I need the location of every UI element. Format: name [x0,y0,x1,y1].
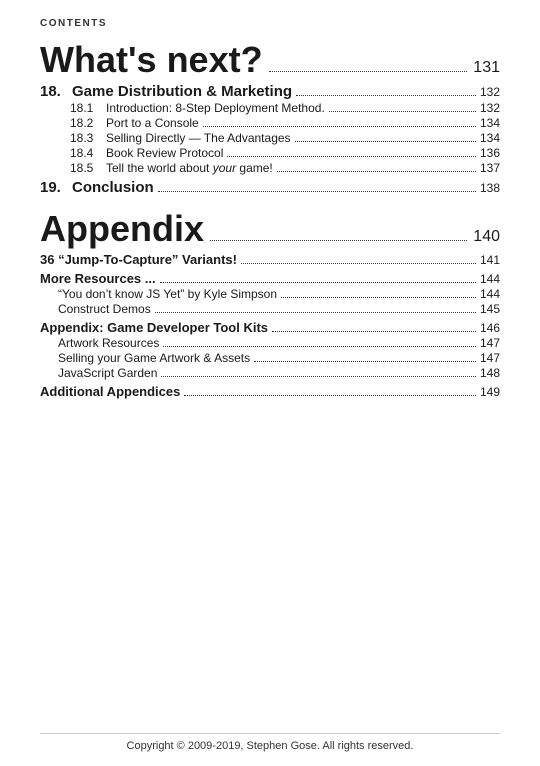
sub-18-5-num: 18.5 [70,161,106,175]
footer: Copyright © 2009-2019, Stephen Gose. All… [40,733,500,752]
dots-more [160,282,476,283]
appendix-more-resources: More Resources ... 144 “You don’t know J… [40,271,500,316]
sub-artwork-title: Artwork Resources [58,336,159,350]
appendix-heading: Appendix 140 [40,208,500,250]
appendix-toolkits-row: Appendix: Game Developer Tool Kits 146 [40,320,500,335]
sub-artwork: Artwork Resources 147 [40,336,500,350]
appendix-toolkits-page: 146 [480,321,500,335]
sub-18-2-title: Port to a Console [106,116,199,130]
dots-18-1 [329,111,476,112]
appendix-toolkits: Appendix: Game Developer Tool Kits 146 A… [40,320,500,380]
sub-18-4-title: Book Review Protocol [106,146,223,160]
appendix-jump-title: 36 “Jump-To-Capture” Variants! [40,252,237,267]
sub-18-1-page: 132 [480,101,500,115]
section-19-number: 19. [40,179,72,196]
dots-18-2 [203,126,476,127]
sub-18-3: 18.3 Selling Directly — The Advantages 1… [40,131,500,145]
appendix-toolkits-title: Appendix: Game Developer Tool Kits [40,320,268,335]
dots-18-3 [295,141,476,142]
dots-18-4 [227,156,476,157]
appendix-jump-row: 36 “Jump-To-Capture” Variants! 141 [40,252,500,267]
sub-18-3-num: 18.3 [70,131,106,145]
dots-js-yet [281,297,476,298]
section-19-page: 138 [480,181,500,195]
section-18-row: 18. Game Distribution & Marketing 132 [40,83,500,100]
sub-18-1-title: Introduction: 8-Step Deployment Method. [106,101,325,115]
section-18-page: 132 [480,85,500,99]
appendix-additional-page: 149 [480,385,500,399]
section-18-number: 18. [40,83,72,100]
sub-selling-artwork: Selling your Game Artwork & Assets 147 [40,351,500,365]
dots-appendix [210,240,467,241]
appendix-additional-row: Additional Appendices 149 [40,384,500,399]
sub-18-5-title: Tell the world about your game! [106,161,273,175]
dots-additional [184,395,476,396]
dots-toolkits [272,331,476,332]
appendix-jump-page: 141 [480,253,500,267]
sub-18-2-num: 18.2 [70,116,106,130]
appendix-more-page: 144 [480,272,500,286]
section-18: 18. Game Distribution & Marketing 132 18… [40,83,500,175]
sub-18-3-title: Selling Directly — The Advantages [106,131,291,145]
sub-js-garden-title: JavaScript Garden [58,366,157,380]
sub-selling-artwork-page: 147 [480,351,500,365]
footer-text: Copyright © 2009-2019, Stephen Gose. All… [127,740,414,752]
sub-18-5: 18.5 Tell the world about your game! 137 [40,161,500,175]
appendix-additional: Additional Appendices 149 [40,384,500,399]
sub-18-4: 18.4 Book Review Protocol 136 [40,146,500,160]
dots-selling-artwork [254,361,476,362]
sub-18-2-page: 134 [480,116,500,130]
section-19-row: 19. Conclusion 138 [40,179,500,196]
section-19: 19. Conclusion 138 [40,179,500,196]
sub-construct: Construct Demos 145 [40,302,500,316]
dots-construct [155,312,476,313]
appendix-more-title: More Resources ... [40,271,156,286]
sub-18-2: 18.2 Port to a Console 134 [40,116,500,130]
sub-js-yet-title: “You don’t know JS Yet” by Kyle Simpson [58,287,277,301]
sub-18-3-page: 134 [480,131,500,145]
dots-line-1 [269,71,468,72]
dots-jump [241,263,476,264]
main-heading: What's next? 131 [40,39,500,81]
dots-19 [158,191,476,192]
sub-construct-title: Construct Demos [58,302,151,316]
appendix-more-row: More Resources ... 144 [40,271,500,286]
dots-artwork [163,346,476,347]
section-19-title: Conclusion [72,179,154,196]
contents-label: CONTENTS [40,18,500,29]
sub-js-yet-page: 144 [480,287,500,301]
sub-selling-artwork-title: Selling your Game Artwork & Assets [58,351,250,365]
sub-artwork-page: 147 [480,336,500,350]
dots-js-garden [161,376,476,377]
sub-18-4-page: 136 [480,146,500,160]
appendix-jump: 36 “Jump-To-Capture” Variants! 141 [40,252,500,267]
main-heading-text: What's next? [40,39,263,81]
sub-18-4-num: 18.4 [70,146,106,160]
appendix-heading-text: Appendix [40,208,204,250]
appendix-heading-page: 140 [473,228,500,246]
dots-18 [296,95,476,96]
sub-js-yet: “You don’t know JS Yet” by Kyle Simpson … [40,287,500,301]
main-heading-page: 131 [473,59,500,77]
section-18-title: Game Distribution & Marketing [72,83,292,100]
sub-js-garden-page: 148 [480,366,500,380]
sub-18-5-page: 137 [480,161,500,175]
sub-18-1-num: 18.1 [70,101,106,115]
appendix-additional-title: Additional Appendices [40,384,180,399]
sub-construct-page: 145 [480,302,500,316]
sub-18-1: 18.1 Introduction: 8-Step Deployment Met… [40,101,500,115]
sub-js-garden: JavaScript Garden 148 [40,366,500,380]
dots-18-5 [277,171,476,172]
page-wrapper: CONTENTS What's next? 131 18. Game Distr… [0,0,540,766]
